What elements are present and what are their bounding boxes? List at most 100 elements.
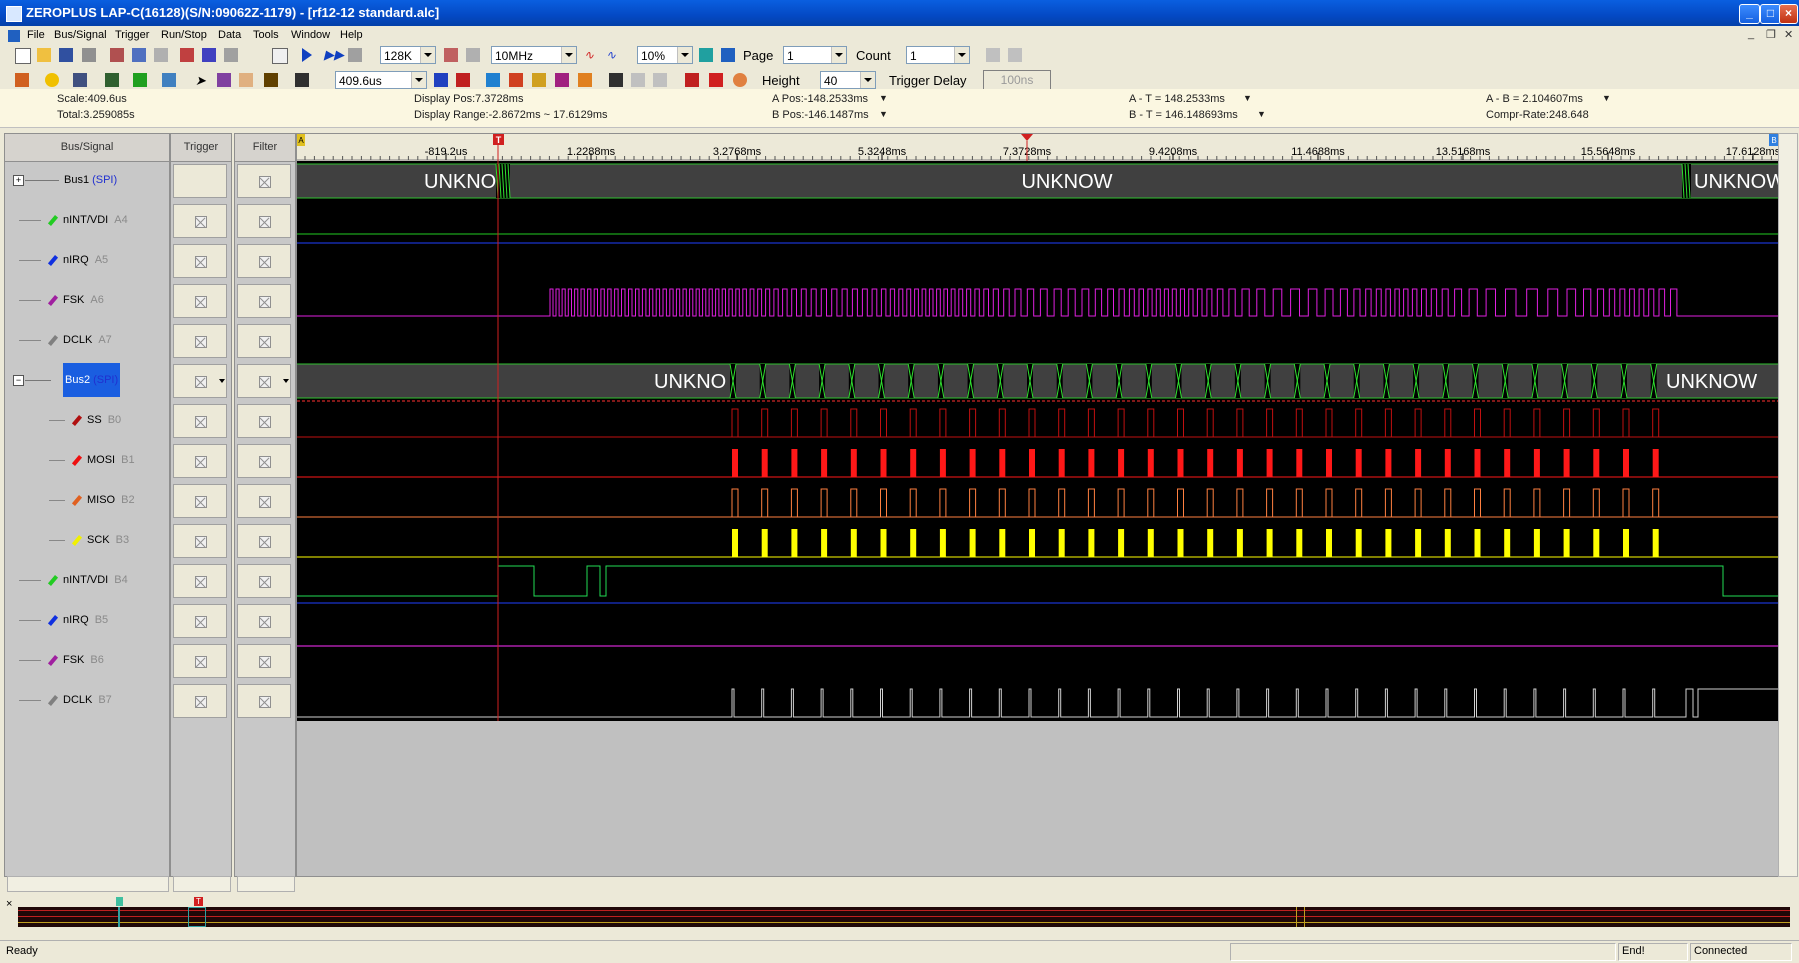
bus-remove-icon[interactable] — [152, 46, 170, 64]
waveform-scrollbar[interactable] — [299, 876, 1777, 877]
trigger-down-icon[interactable] — [200, 46, 218, 64]
filter-cell[interactable] — [237, 644, 291, 678]
cell-dropdown-icon[interactable] — [283, 379, 289, 383]
close-button[interactable]: × — [1779, 4, 1798, 24]
signal-row[interactable]: FSK A6 — [5, 281, 169, 321]
next-page-icon[interactable] — [1006, 46, 1024, 64]
trigger-delay-field[interactable]: 100ns — [983, 70, 1051, 91]
overview-track[interactable] — [18, 907, 1790, 927]
signal-name-dclk[interactable]: DCLK B7 — [63, 694, 112, 706]
menu-bus-signal[interactable]: Bus/Signal — [54, 29, 107, 41]
sample-rate-select[interactable]: 10MHz — [491, 46, 577, 64]
hand-icon[interactable] — [237, 71, 255, 89]
trigger-cell[interactable] — [173, 324, 227, 358]
minimize-button[interactable]: _ — [1739, 4, 1760, 24]
cell-dropdown-icon[interactable] — [219, 379, 225, 383]
signal-row[interactable]: nIRQ B5 — [5, 601, 169, 641]
export-icon[interactable] — [160, 71, 178, 89]
trigger-position-select[interactable]: 10% — [637, 46, 693, 64]
signal-row[interactable]: DCLK A7 — [5, 321, 169, 361]
overview-a-marker[interactable] — [116, 897, 123, 906]
signal-name-mosi[interactable]: MOSI B1 — [87, 454, 135, 466]
signal-row[interactable]: nINT/VDI A4 — [5, 201, 169, 241]
zoom-out-icon[interactable] — [454, 71, 472, 89]
goto-cursor-icon[interactable] — [719, 46, 737, 64]
filter-cell[interactable] — [237, 604, 291, 638]
waveform-view[interactable]: -819.2us 1.2288ms 3.2768ms 5.3248ms 7.3728ms… — [296, 133, 1780, 877]
home-icon[interactable] — [13, 71, 31, 89]
new-file-icon[interactable] — [13, 46, 31, 64]
app-icon[interactable] — [6, 6, 22, 22]
bus-x-icon[interactable] — [576, 71, 594, 89]
trigger-cell[interactable] — [173, 524, 227, 558]
decompress-icon[interactable] — [464, 46, 482, 64]
b-minus-t-dropdown-icon[interactable]: ▼ — [1257, 109, 1266, 119]
filter-panel-scrollbar[interactable] — [237, 876, 295, 892]
clock-wave-icon[interactable]: ∿ — [582, 46, 600, 64]
trigger-cell[interactable] — [173, 684, 227, 718]
bus-c-icon[interactable] — [530, 71, 548, 89]
clock-icon[interactable] — [43, 71, 61, 89]
signal-name-nirq[interactable]: nIRQ B5 — [63, 614, 108, 626]
menu-tools[interactable]: Tools — [253, 29, 279, 41]
a-minus-b-readout[interactable]: A - B = 2.104607ms — [1486, 93, 1583, 105]
goto-trigger-icon[interactable] — [697, 46, 715, 64]
signal-row[interactable]: nINT/VDI B4 — [5, 561, 169, 601]
bus-decode-icon[interactable] — [707, 71, 725, 89]
trigger-cell[interactable] — [173, 484, 227, 518]
signal-row[interactable]: DCLK B7 — [5, 681, 169, 721]
expand-toggle-icon[interactable]: − — [13, 375, 24, 386]
mdi-restore-icon[interactable]: ❐ — [1766, 28, 1776, 41]
scale-select[interactable]: 409.6us — [335, 71, 427, 89]
a-minus-t-dropdown-icon[interactable]: ▼ — [1243, 93, 1252, 103]
trigger-up-icon[interactable] — [178, 46, 196, 64]
signal-name-dclk[interactable]: DCLK A7 — [63, 334, 112, 346]
search-prev-icon[interactable] — [629, 71, 647, 89]
trigger-cell[interactable] — [173, 564, 227, 598]
filter-cell[interactable] — [237, 164, 291, 198]
device-icon[interactable] — [71, 71, 89, 89]
memory-depth-select[interactable]: 128K — [380, 46, 436, 64]
signal-row[interactable]: FSK B6 — [5, 641, 169, 681]
bus-a-icon[interactable] — [484, 71, 502, 89]
clock-wave-alt-icon[interactable]: ∿ — [604, 46, 622, 64]
page-select[interactable]: 1 — [783, 46, 847, 64]
run-continuous-icon[interactable]: ▶▶ — [322, 46, 344, 64]
report-icon[interactable] — [683, 71, 701, 89]
select-area-icon[interactable] — [215, 71, 233, 89]
chart-icon[interactable] — [103, 71, 121, 89]
filter-cell[interactable] — [237, 564, 291, 598]
signal-name-nint-vdi[interactable]: nINT/VDI A4 — [63, 214, 128, 226]
filter-cell[interactable] — [237, 244, 291, 278]
signal-name-fsk[interactable]: FSK A6 — [63, 294, 104, 306]
trigger-cell[interactable] — [173, 284, 227, 318]
trigger-panel-scrollbar[interactable] — [173, 876, 231, 892]
expand-toggle-icon[interactable]: + — [13, 175, 24, 186]
maximize-button[interactable]: □ — [1760, 4, 1781, 24]
signal-row[interactable]: MOSI B1 — [5, 441, 169, 481]
trigger-cell[interactable] — [173, 444, 227, 478]
filter-cell[interactable] — [237, 484, 291, 518]
signal-row[interactable]: nIRQ A5 — [5, 241, 169, 281]
zoom-menu-icon[interactable] — [293, 71, 311, 89]
filter-cell[interactable] — [237, 364, 291, 398]
pointer-icon[interactable]: ➤ — [193, 71, 211, 89]
signal-name-fsk[interactable]: FSK B6 — [63, 654, 104, 666]
filter-cell[interactable] — [237, 404, 291, 438]
bus-name-bus1[interactable]: Bus1 (SPI) — [64, 174, 117, 186]
overview-view-window[interactable] — [188, 907, 206, 927]
compress-icon[interactable] — [442, 46, 460, 64]
trigger-cell[interactable] — [173, 204, 227, 238]
menu-data[interactable]: Data — [218, 29, 241, 41]
waveform-canvas[interactable]: -819.2us 1.2288ms 3.2768ms 5.3248ms 7.3728ms… — [297, 134, 1779, 876]
document-icon[interactable] — [8, 30, 20, 42]
trigger-config-icon[interactable] — [222, 46, 240, 64]
trigger-cell[interactable] — [173, 404, 227, 438]
signal-row[interactable]: − Bus2 (SPI) — [5, 361, 169, 401]
overview-close-icon[interactable]: × — [6, 898, 12, 910]
trigger-cell[interactable] — [173, 364, 227, 398]
filter-cell[interactable] — [237, 444, 291, 478]
signal-name-miso[interactable]: MISO B2 — [87, 494, 135, 506]
a-minus-b-dropdown-icon[interactable]: ▼ — [1602, 93, 1611, 103]
overview-strip[interactable]: × T — [0, 893, 1799, 935]
